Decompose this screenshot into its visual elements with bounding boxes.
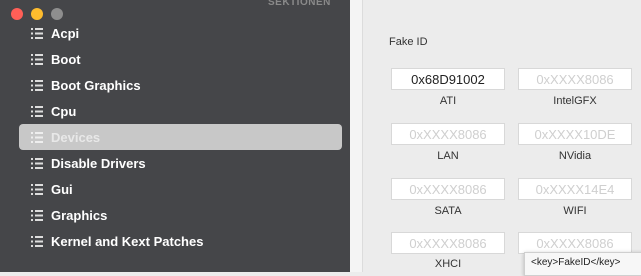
sata-field[interactable]: 0xXXXX8086 bbox=[391, 178, 505, 200]
sidebar-item-kernel-and-kext-patches[interactable]: Kernel and Kext Patches bbox=[19, 228, 342, 254]
minimize-window-button[interactable] bbox=[31, 8, 43, 20]
zoom-window-button[interactable] bbox=[51, 8, 63, 20]
list-icon bbox=[31, 209, 43, 221]
sidebar-item-label: Devices bbox=[51, 129, 101, 145]
lan-caption: LAN bbox=[437, 150, 459, 162]
intelgfx-caption: IntelGFX bbox=[553, 95, 597, 107]
sidebar-item-label: Gui bbox=[51, 181, 73, 197]
sidebar-item-devices[interactable]: Devices bbox=[19, 124, 342, 150]
wifi-caption: WIFI bbox=[563, 205, 587, 217]
list-icon bbox=[31, 27, 43, 39]
list-icon bbox=[31, 79, 43, 91]
sidebar-item-label: Disable Drivers bbox=[51, 155, 146, 171]
sidebar-item-label: Graphics bbox=[51, 207, 108, 223]
ati-field[interactable]: 0x68D91002 bbox=[391, 68, 505, 90]
sidebar-item-label: Acpi bbox=[51, 25, 80, 41]
sidebar-item-label: Cpu bbox=[51, 103, 77, 119]
lan-field[interactable]: 0xXXXX8086 bbox=[391, 123, 505, 145]
ati-caption: ATI bbox=[439, 95, 457, 107]
nvidia-caption: NVidia bbox=[558, 150, 592, 162]
list-icon bbox=[31, 157, 43, 169]
sata-caption: SATA bbox=[434, 205, 462, 217]
list-icon bbox=[31, 235, 43, 247]
sidebar-item-cpu[interactable]: Cpu bbox=[19, 98, 342, 124]
sidebar-header: SEKTIONEN bbox=[268, 0, 331, 8]
main-panel: Fake ID 0x68D91002 ATI 0xXXXX8086 IntelG… bbox=[362, 0, 641, 272]
sidebar-item-label: Boot bbox=[51, 51, 81, 67]
sidebar: SEKTIONEN Acpi Boot Boot Graphics Cpu De… bbox=[0, 0, 350, 272]
sidebar-item-boot[interactable]: Boot bbox=[19, 46, 342, 72]
sidebar-item-label: Kernel and Kext Patches bbox=[51, 233, 204, 249]
sidebar-item-graphics[interactable]: Graphics bbox=[19, 202, 342, 228]
xhci-caption: XHCI bbox=[434, 258, 462, 270]
section-list: Acpi Boot Boot Graphics Cpu Devices Disa… bbox=[0, 20, 350, 254]
fake-id-section-label: Fake ID bbox=[389, 36, 428, 48]
nvidia-field[interactable]: 0xXXXX10DE bbox=[518, 123, 632, 145]
sidebar-item-boot-graphics[interactable]: Boot Graphics bbox=[19, 72, 342, 98]
wifi-field[interactable]: 0xXXXX14E4 bbox=[518, 178, 632, 200]
tooltip: <key>FakeID</key> bbox=[524, 252, 641, 276]
intelgfx-field[interactable]: 0xXXXX8086 bbox=[518, 68, 632, 90]
window-controls bbox=[11, 8, 63, 20]
list-icon bbox=[31, 53, 43, 65]
split-divider[interactable] bbox=[350, 0, 362, 272]
list-icon bbox=[31, 183, 43, 195]
list-icon bbox=[31, 131, 43, 143]
list-icon bbox=[31, 105, 43, 117]
extra-id-field[interactable]: 0xXXXX8086 bbox=[518, 232, 632, 254]
sidebar-item-label: Boot Graphics bbox=[51, 77, 141, 93]
sidebar-item-disable-drivers[interactable]: Disable Drivers bbox=[19, 150, 342, 176]
close-window-button[interactable] bbox=[11, 8, 23, 20]
sidebar-item-gui[interactable]: Gui bbox=[19, 176, 342, 202]
xhci-field[interactable]: 0xXXXX8086 bbox=[391, 232, 505, 254]
sidebar-item-acpi[interactable]: Acpi bbox=[19, 20, 342, 46]
